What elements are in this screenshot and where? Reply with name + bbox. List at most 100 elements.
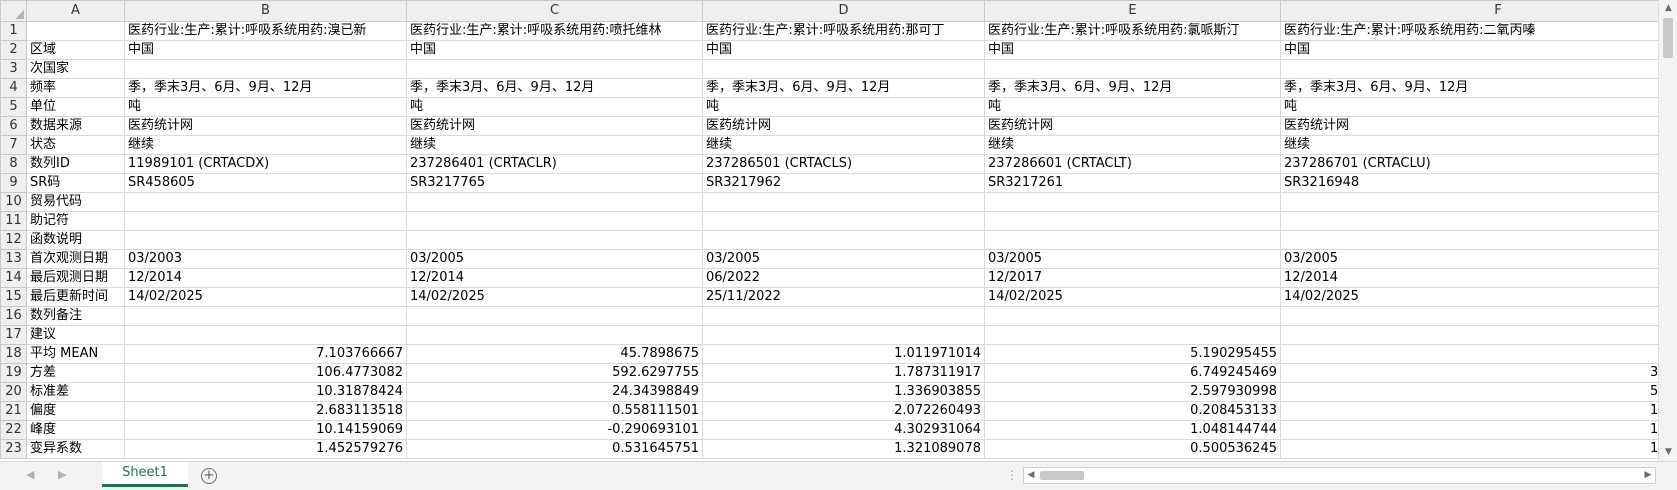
cell-a[interactable]: 变异系数 xyxy=(26,439,125,459)
cell-d[interactable] xyxy=(702,211,985,231)
row-header[interactable]: 17 xyxy=(0,325,27,345)
row-header[interactable]: 8 xyxy=(0,154,27,174)
cell-e[interactable]: 1.048144744 xyxy=(984,420,1281,440)
cell-a[interactable]: 区域 xyxy=(26,40,125,60)
cell-f[interactable]: 5.318 xyxy=(1280,344,1658,364)
cell-a[interactable]: SR码 xyxy=(26,173,125,193)
cell-c[interactable]: 45.7898675 xyxy=(406,344,703,364)
cell-b[interactable]: 医药行业:生产:累计:呼吸系统用药:溴已新 xyxy=(124,21,407,41)
cell-b[interactable]: 11989101 (CRTACDX) xyxy=(124,154,407,174)
cell-f[interactable] xyxy=(1280,211,1658,231)
cell-c[interactable]: 医药行业:生产:累计:呼吸系统用药:喷托维林 xyxy=(406,21,703,41)
cell-e[interactable]: 14/02/2025 xyxy=(984,287,1281,307)
cell-b[interactable]: 吨 xyxy=(124,97,407,117)
row-header[interactable]: 3 xyxy=(0,59,27,79)
cell-c[interactable] xyxy=(406,211,703,231)
row-header[interactable]: 5 xyxy=(0,97,27,117)
cell-c[interactable]: 中国 xyxy=(406,40,703,60)
cell-b[interactable]: SR458605 xyxy=(124,173,407,193)
cell-f[interactable]: SR3216948 xyxy=(1280,173,1658,193)
cell-f[interactable]: 5.878522 xyxy=(1280,382,1658,402)
cell-a[interactable]: 平均 MEAN xyxy=(26,344,125,364)
scroll-left-arrow-icon[interactable]: ◀ xyxy=(1024,468,1038,483)
cell-f[interactable] xyxy=(1280,230,1658,250)
cell-e[interactable] xyxy=(984,211,1281,231)
column-header-d[interactable]: D xyxy=(702,0,985,22)
cell-c[interactable]: 12/2014 xyxy=(406,268,703,288)
row-header[interactable]: 11 xyxy=(0,211,27,231)
cell-c[interactable]: 吨 xyxy=(406,97,703,117)
cell-e[interactable]: 237286601 (CRTACLT) xyxy=(984,154,1281,174)
cell-a[interactable]: 首次观测日期 xyxy=(26,249,125,269)
cell-a[interactable]: 建议 xyxy=(26,325,125,345)
cell-a[interactable]: 函数说明 xyxy=(26,230,125,250)
sheet-tab[interactable]: Sheet1 xyxy=(102,462,188,487)
row-header[interactable]: 4 xyxy=(0,78,27,98)
row-header[interactable]: 2 xyxy=(0,40,27,60)
cell-f[interactable]: 继续 xyxy=(1280,135,1658,155)
cell-e[interactable]: 医药统计网 xyxy=(984,116,1281,136)
cell-a[interactable]: 数列ID xyxy=(26,154,125,174)
cell-c[interactable]: 237286401 (CRTACLR) xyxy=(406,154,703,174)
cell-a[interactable] xyxy=(26,21,125,41)
cell-d[interactable]: 1.321089078 xyxy=(702,439,985,459)
cell-e[interactable]: SR3217261 xyxy=(984,173,1281,193)
cell-e[interactable]: 季，季末3月、6月、9月、12月 xyxy=(984,78,1281,98)
cell-d[interactable]: 25/11/2022 xyxy=(702,287,985,307)
cell-b[interactable]: 03/2003 xyxy=(124,249,407,269)
cell-a[interactable]: 数列备注 xyxy=(26,306,125,326)
column-header-b[interactable]: B xyxy=(124,0,407,22)
cell-c[interactable]: 继续 xyxy=(406,135,703,155)
cell-d[interactable] xyxy=(702,325,985,345)
row-header[interactable]: 10 xyxy=(0,192,27,212)
cell-d[interactable]: 03/2005 xyxy=(702,249,985,269)
row-header[interactable]: 19 xyxy=(0,363,27,383)
horizontal-scrollbar[interactable]: ◀ ▶ xyxy=(1023,467,1656,484)
cell-c[interactable]: 季，季末3月、6月、9月、12月 xyxy=(406,78,703,98)
cell-d[interactable]: 237286501 (CRTACLS) xyxy=(702,154,985,174)
cell-f[interactable]: 医药统计网 xyxy=(1280,116,1658,136)
cell-d[interactable]: 4.302931064 xyxy=(702,420,985,440)
row-header[interactable]: 7 xyxy=(0,135,27,155)
vertical-scrollbar[interactable]: ▲ ▼ xyxy=(1658,0,1677,461)
cell-b[interactable]: 季，季末3月、6月、9月、12月 xyxy=(124,78,407,98)
cell-f[interactable]: 中国 xyxy=(1280,40,1658,60)
cell-f[interactable]: 季，季末3月、6月、9月、12月 xyxy=(1280,78,1658,98)
cell-c[interactable]: -0.290693101 xyxy=(406,420,703,440)
cell-e[interactable]: 继续 xyxy=(984,135,1281,155)
cell-f[interactable]: 237286701 (CRTACLU) xyxy=(1280,154,1658,174)
cell-a[interactable]: 标准差 xyxy=(26,382,125,402)
cell-f[interactable]: 34.55702 xyxy=(1280,363,1658,383)
cell-e[interactable] xyxy=(984,192,1281,212)
cell-c[interactable]: 03/2005 xyxy=(406,249,703,269)
scroll-right-arrow-icon[interactable]: ▶ xyxy=(1641,468,1655,483)
cell-b[interactable] xyxy=(124,59,407,79)
cell-c[interactable] xyxy=(406,192,703,212)
cell-f[interactable]: 14/02/2025 xyxy=(1280,287,1658,307)
cell-b[interactable]: 1.452579276 xyxy=(124,439,407,459)
cell-f[interactable] xyxy=(1280,306,1658,326)
row-header[interactable]: 1 xyxy=(0,21,27,41)
row-header[interactable]: 22 xyxy=(0,420,27,440)
cell-e[interactable]: 医药行业:生产:累计:呼吸系统用药:氯哌斯汀 xyxy=(984,21,1281,41)
cell-b[interactable] xyxy=(124,211,407,231)
next-sheet-icon[interactable]: ▶ xyxy=(58,468,66,481)
cell-e[interactable]: 03/2005 xyxy=(984,249,1281,269)
cell-e[interactable]: 0.500536245 xyxy=(984,439,1281,459)
cell-c[interactable]: 医药统计网 xyxy=(406,116,703,136)
cell-f[interactable]: 医药行业:生产:累计:呼吸系统用药:二氧丙嗪 xyxy=(1280,21,1658,41)
vertical-scroll-thumb[interactable] xyxy=(1663,18,1673,58)
cell-e[interactable]: 吨 xyxy=(984,97,1281,117)
cell-d[interactable]: 季，季末3月、6月、9月、12月 xyxy=(702,78,985,98)
cell-c[interactable]: 0.531645751 xyxy=(406,439,703,459)
cell-d[interactable] xyxy=(702,59,985,79)
cell-b[interactable] xyxy=(124,230,407,250)
cell-d[interactable] xyxy=(702,306,985,326)
cell-c[interactable] xyxy=(406,306,703,326)
cell-d[interactable] xyxy=(702,230,985,250)
cell-a[interactable]: 偏度 xyxy=(26,401,125,421)
cell-e[interactable]: 0.208453133 xyxy=(984,401,1281,421)
cell-d[interactable]: 继续 xyxy=(702,135,985,155)
add-sheet-icon[interactable]: + xyxy=(201,468,217,484)
row-header[interactable]: 6 xyxy=(0,116,27,136)
